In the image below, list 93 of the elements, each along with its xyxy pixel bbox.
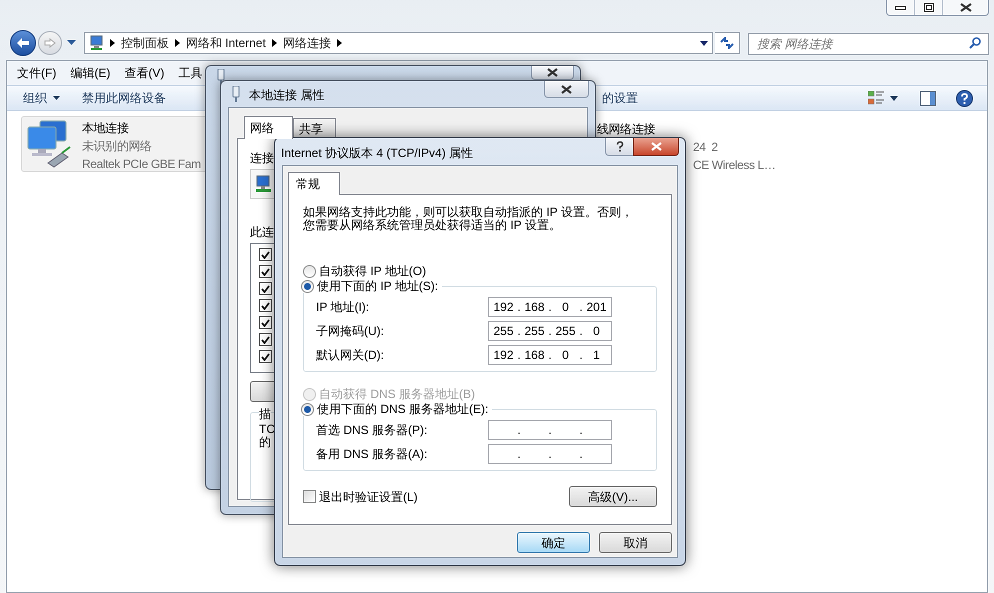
- field-label: 备用 DNS 服务器(A):: [316, 446, 428, 463]
- chevron-icon: [272, 39, 277, 47]
- intro-text: 如果网络支持此功能，则可以获取自动指派的 IP 设置。否则，您需要从网络系统管理员处获得适当的 IP 设置。: [303, 206, 634, 232]
- network-folder-icon: [88, 35, 104, 51]
- ip-address-field[interactable]: 192 . 168 . 0 . 201: [488, 297, 612, 317]
- radio-button[interactable]: [301, 402, 314, 416]
- ip-address-field[interactable]: . . .: [488, 444, 612, 464]
- dialog-button[interactable]: 取消: [599, 532, 672, 553]
- preview-pane-button[interactable]: [920, 90, 936, 106]
- adapter-name: CE Wireless L…: [693, 157, 776, 174]
- view-list-icon: [868, 91, 884, 105]
- field-label: IP 地址(I):: [316, 299, 370, 316]
- advanced-button[interactable]: 高级(V)...: [569, 486, 657, 507]
- ip-address-field[interactable]: . . .: [488, 420, 612, 440]
- menu-item[interactable]: 工具: [178, 64, 202, 82]
- tab[interactable]: 网络: [244, 116, 293, 139]
- dialog-title: Internet 协议版本 4 (TCP/IPv4) 属性: [281, 145, 474, 162]
- caret-icon: [53, 96, 60, 100]
- back-button[interactable]: [10, 30, 36, 56]
- checkbox[interactable]: [303, 490, 316, 503]
- field-label: 默认网关(D):: [316, 347, 384, 364]
- search-field[interactable]: 搜索 网络连接: [748, 33, 990, 55]
- toolbar-button[interactable]: 组织: [17, 89, 66, 107]
- field-label: 首选 DNS 服务器(P):: [316, 422, 428, 439]
- field-label: 此连: [250, 224, 274, 241]
- description-text: TC: [259, 423, 275, 436]
- checkbox[interactable]: [259, 299, 272, 312]
- close-button[interactable]: [544, 81, 589, 98]
- help-button[interactable]: [605, 138, 633, 156]
- radio-label: 使用下面的 DNS 服务器地址(E):: [317, 402, 488, 416]
- checkbox[interactable]: [259, 265, 272, 278]
- breadcrumb-item[interactable]: 网络连接: [282, 34, 331, 52]
- adapter-name: Realtek PCIe GBE Fam: [82, 156, 201, 173]
- view-options-button[interactable]: [868, 91, 898, 105]
- refresh-icon: [720, 37, 734, 49]
- breadcrumb-item[interactable]: 控制面板: [120, 34, 169, 52]
- connection-status: 24 2: [693, 139, 718, 156]
- close-icon: [650, 142, 662, 151]
- maximize-icon: [924, 3, 934, 12]
- caret-icon: [66, 40, 76, 46]
- radio-label: 自动获得 DNS 服务器地址(B): [319, 387, 475, 401]
- dialog-title: 本地连接 属性: [249, 87, 324, 104]
- checkbox[interactable]: [259, 333, 272, 346]
- back-arrow-icon: [16, 37, 30, 49]
- close-icon: [547, 68, 558, 77]
- menu-item[interactable]: 文件(F): [17, 64, 56, 82]
- question-mark-icon: [616, 141, 624, 152]
- close-button[interactable]: [633, 138, 679, 156]
- field-label: 子网掩码(U):: [316, 323, 384, 340]
- ip-address-field[interactable]: 192 . 168 . 0 . 1: [488, 345, 612, 365]
- connection-name: 线网络连接: [597, 121, 656, 138]
- forward-arrow-icon: [44, 38, 56, 48]
- close-button[interactable]: [531, 66, 574, 80]
- checkbox[interactable]: [259, 282, 272, 295]
- help-button[interactable]: [956, 90, 973, 106]
- menu-item[interactable]: 查看(V): [124, 64, 164, 82]
- checkbox[interactable]: [259, 248, 272, 261]
- menu-item[interactable]: 编辑(E): [70, 64, 110, 82]
- chevron-icon: [336, 39, 342, 47]
- radio-button[interactable]: [301, 280, 314, 292]
- chevron-icon: [174, 39, 180, 47]
- field-label: 连接: [250, 150, 274, 167]
- search-icon: [969, 37, 982, 49]
- address-bar[interactable]: 控制面板 网络和 Internet 网络连接: [84, 32, 714, 54]
- refresh-button[interactable]: [715, 32, 740, 54]
- breadcrumb-item[interactable]: 网络和 Internet: [186, 34, 266, 52]
- radio-label: 使用下面的 IP 地址(S):: [317, 279, 438, 293]
- network-cable-icon: [216, 69, 226, 85]
- tab[interactable]: 常规: [288, 172, 340, 195]
- tab[interactable]: 共享: [293, 118, 336, 139]
- connection-status: 未识别的网络: [82, 138, 152, 155]
- checkbox[interactable]: [259, 350, 272, 363]
- description-text: 的: [259, 436, 271, 449]
- network-adapter-icon: [255, 175, 273, 193]
- minimize-icon: [895, 6, 906, 10]
- chevron-icon: [110, 39, 115, 47]
- network-cable-icon: [231, 86, 241, 102]
- close-icon: [960, 3, 972, 12]
- dropdown-caret-icon: [700, 40, 708, 46]
- ip-address-field[interactable]: 255 . 255 . 255 . 0: [488, 321, 612, 341]
- checkbox[interactable]: [259, 316, 272, 329]
- group-title: 描: [259, 405, 271, 423]
- preview-pane-icon: [920, 90, 936, 106]
- radio-label: 自动获得 IP 地址(O): [319, 264, 426, 278]
- toolbar-button[interactable]: 的设置: [596, 89, 644, 107]
- caret-icon: [890, 96, 898, 100]
- help-icon: [956, 90, 973, 106]
- close-icon: [561, 84, 572, 94]
- connection-name: 本地连接: [82, 120, 128, 137]
- checkbox-label: 退出时验证设置(L): [319, 488, 418, 506]
- radio-button[interactable]: [303, 264, 316, 278]
- dialog-button[interactable]: 确定: [517, 532, 590, 553]
- toolbar-button[interactable]: 禁用此网络设备: [76, 89, 172, 107]
